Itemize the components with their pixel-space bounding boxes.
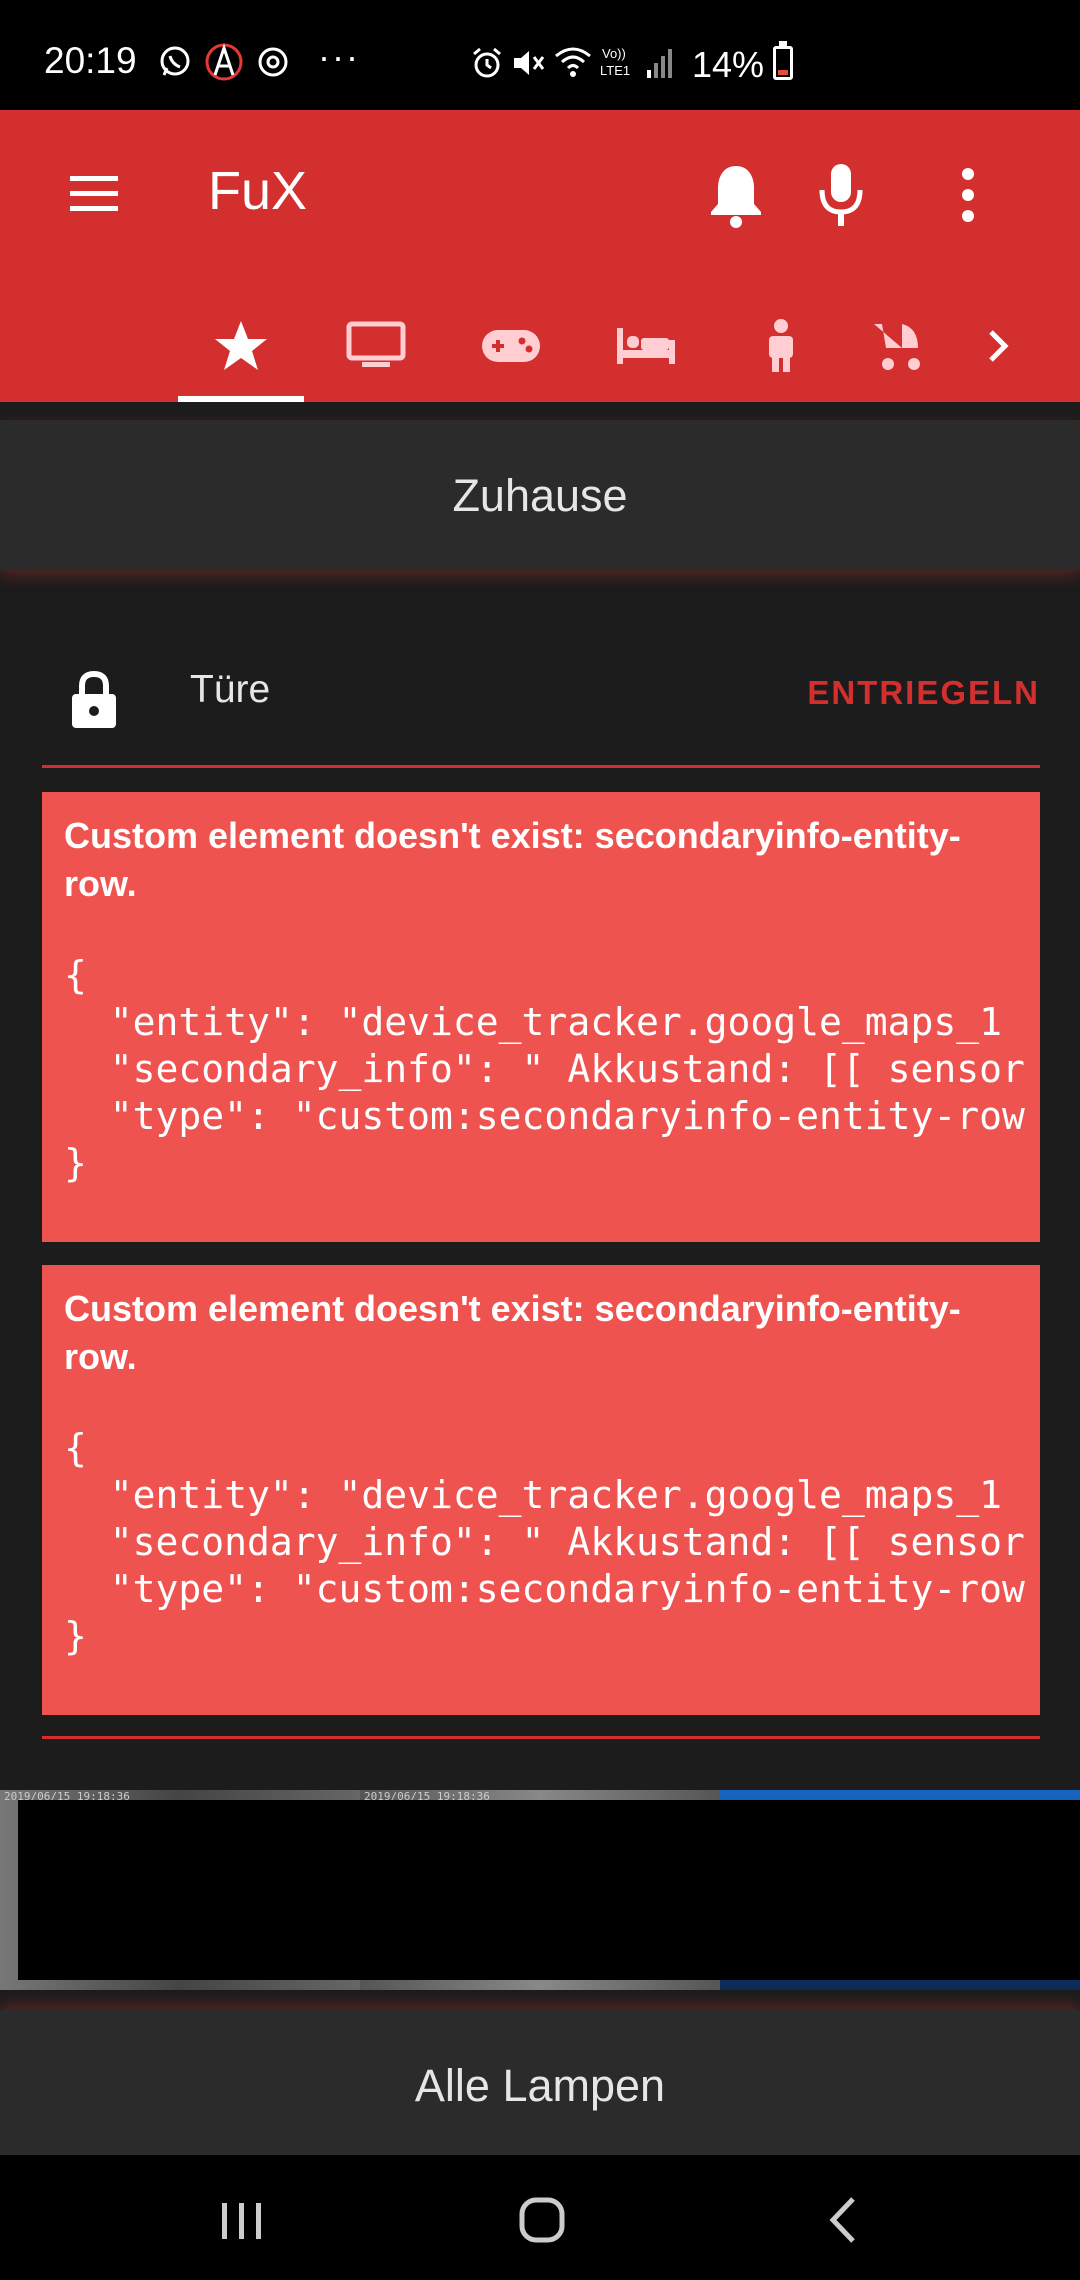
- stroller-icon: [874, 324, 920, 370]
- tab-bed[interactable]: [583, 290, 709, 402]
- sync-icon: [258, 47, 288, 77]
- menu-icon[interactable]: [64, 170, 124, 218]
- tab-tv[interactable]: [313, 290, 439, 402]
- app-title: FuX: [208, 161, 308, 221]
- svg-text:LTE1: LTE1: [600, 63, 630, 78]
- view-tabs: [178, 290, 1038, 402]
- svg-text:Vo)): Vo)): [602, 46, 626, 61]
- camera-feed-strip[interactable]: 2019/06/15 19:18:36 2019/06/15 19:18:36: [0, 1790, 1080, 1990]
- lock-icon: [72, 670, 116, 728]
- error-title: Custom element doesn't exist: secondaryi…: [64, 1288, 961, 1377]
- divider: [42, 1736, 1040, 1739]
- volte-icon: Vo)) LTE1: [600, 46, 630, 78]
- tv-icon: [346, 321, 406, 367]
- status-time: 20:19: [44, 40, 137, 81]
- tab-gamepad[interactable]: [448, 290, 574, 402]
- lamps-card: Alle Lampen: [0, 2010, 1080, 2155]
- section-title: Zuhause: [452, 470, 628, 521]
- lamps-title: Alle Lampen: [414, 2060, 666, 2111]
- section-card: Zuhause: [0, 420, 1080, 570]
- divider: [42, 765, 1040, 768]
- star-icon: [215, 321, 267, 370]
- signal-icon: [647, 49, 672, 78]
- whatsapp-icon: [160, 46, 190, 76]
- back-icon[interactable]: [805, 2185, 885, 2255]
- alarm-icon: [473, 47, 501, 78]
- error-title: Custom element doesn't exist: secondaryi…: [64, 815, 961, 904]
- chevron-right-icon: [989, 330, 1009, 362]
- error-card: Custom element doesn't exist: secondaryi…: [42, 1265, 1040, 1715]
- wifi-icon: [555, 47, 591, 77]
- selected-tab-indicator: [178, 396, 304, 402]
- tab-child[interactable]: [718, 290, 844, 402]
- tab-star[interactable]: [178, 290, 304, 402]
- tabs-scroll-right[interactable]: [968, 290, 1028, 402]
- camera-overlay: [18, 1800, 1080, 1980]
- home-icon[interactable]: [502, 2185, 582, 2255]
- lock-label: Türe: [190, 668, 271, 711]
- gamepad-icon: [482, 330, 540, 362]
- recent-apps-icon[interactable]: [202, 2185, 282, 2255]
- notification-icons: [158, 42, 290, 82]
- app-a-icon: [205, 43, 243, 81]
- more-vert-icon[interactable]: [938, 160, 998, 230]
- child-icon: [769, 319, 793, 372]
- error-config-code: { "entity": "device_tracker.google_maps_…: [64, 953, 1025, 1185]
- bell-icon[interactable]: [706, 160, 766, 230]
- status-bar: 20:19 ··· Vo)) LTE1 14%: [0, 0, 1080, 110]
- lock-entity-row: Türe ENTRIEGELN: [0, 640, 1080, 760]
- tab-stroller[interactable]: [853, 290, 943, 402]
- microphone-icon[interactable]: [811, 160, 871, 230]
- error-config-code: { "entity": "device_tracker.google_maps_…: [64, 1426, 1025, 1658]
- more-notifications: ···: [318, 36, 360, 77]
- error-card: Custom element doesn't exist: secondaryi…: [42, 792, 1040, 1242]
- unlock-button[interactable]: ENTRIEGELN: [807, 674, 1040, 712]
- bed-icon: [617, 328, 675, 364]
- battery-icon: [773, 41, 793, 80]
- mute-icon: [514, 51, 545, 75]
- system-nav-bar: [0, 2155, 1080, 2280]
- battery-percent: 14%: [692, 44, 765, 85]
